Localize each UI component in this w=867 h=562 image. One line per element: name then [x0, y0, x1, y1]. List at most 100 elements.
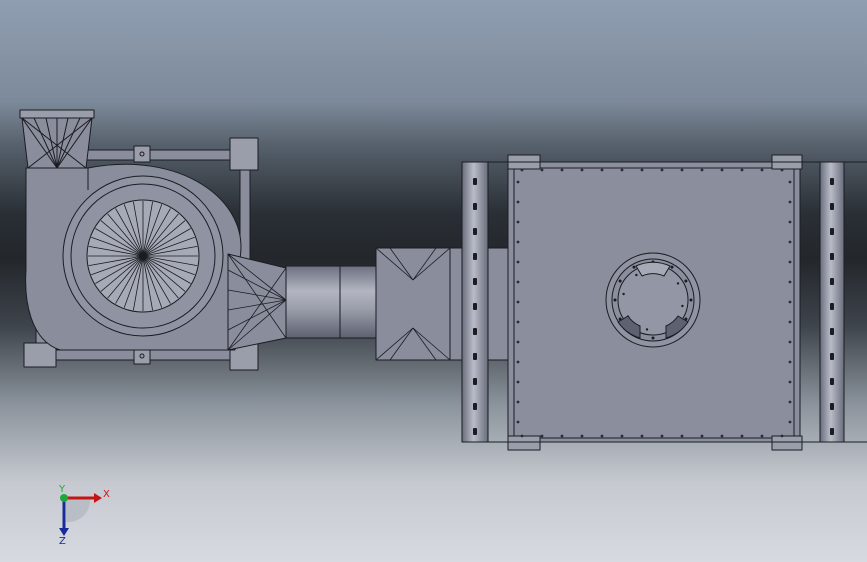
flange-hole	[622, 292, 625, 296]
rail-hole	[473, 353, 477, 360]
rail-hole	[830, 428, 834, 435]
bolt	[720, 434, 724, 438]
bolt	[788, 280, 792, 284]
rail-hole	[473, 178, 477, 185]
bolt	[788, 420, 792, 424]
fan-outlet	[19, 109, 95, 169]
flange-hole	[689, 298, 693, 302]
bolt	[600, 168, 604, 172]
bolt	[788, 180, 792, 184]
flange-hole	[635, 273, 638, 277]
bolt	[620, 168, 624, 172]
bolt	[680, 434, 684, 438]
flange-hole	[684, 279, 688, 283]
bolt	[516, 340, 520, 344]
circular-flange	[605, 252, 701, 348]
rail-hole	[830, 253, 834, 260]
bolt	[788, 240, 792, 244]
bolt	[580, 168, 584, 172]
fan-housing	[25, 163, 242, 351]
bolt	[516, 420, 520, 424]
triad-plane	[66, 498, 91, 523]
bolt	[516, 320, 520, 324]
bolt	[788, 220, 792, 224]
flange-hole	[670, 265, 674, 269]
support-rail-left	[461, 161, 489, 443]
bolt	[660, 434, 664, 438]
bolt	[788, 260, 792, 264]
bolt	[516, 400, 520, 404]
bolt	[788, 380, 792, 384]
model-view[interactable]	[0, 0, 867, 562]
bolt	[516, 300, 520, 304]
bolt	[740, 168, 744, 172]
bolt	[540, 168, 544, 172]
flange-hole	[618, 279, 622, 283]
bolt	[520, 168, 524, 172]
bolt	[760, 168, 764, 172]
bolt	[516, 200, 520, 204]
flange-hole	[676, 282, 680, 285]
bolt	[640, 434, 644, 438]
rail-hole	[830, 228, 834, 235]
rail-hole	[830, 353, 834, 360]
bolt	[560, 168, 564, 172]
rail-hole	[473, 328, 477, 335]
rail-hole	[830, 178, 834, 185]
orientation-triad[interactable]: X Y Z	[44, 478, 116, 548]
flange-hole	[651, 336, 655, 340]
rail-hole	[473, 203, 477, 210]
bolt	[516, 280, 520, 284]
bolt	[788, 200, 792, 204]
y-axis-label: Y	[58, 484, 66, 495]
bolt	[516, 220, 520, 224]
bolt	[640, 168, 644, 172]
bolt	[560, 434, 564, 438]
rail-hole	[473, 278, 477, 285]
rail-hole	[473, 428, 477, 435]
graphics-viewport[interactable]: X Y Z	[0, 0, 867, 562]
bolt	[516, 180, 520, 184]
y-axis-dot	[60, 494, 68, 502]
rail-hole	[830, 278, 834, 285]
bolt	[700, 434, 704, 438]
rail-hole	[830, 378, 834, 385]
rail-hole	[830, 328, 834, 335]
flange-hole	[613, 298, 617, 302]
bolt	[780, 168, 784, 172]
bolt	[516, 380, 520, 384]
rail-hole	[473, 253, 477, 260]
rail-hole	[830, 403, 834, 410]
bolt	[720, 168, 724, 172]
bolt	[516, 240, 520, 244]
transition-flange	[375, 247, 517, 361]
bolt	[580, 434, 584, 438]
z-axis-label: Z	[59, 536, 66, 547]
bolt	[516, 260, 520, 264]
bolt	[760, 434, 764, 438]
fan-inlet-transition	[227, 253, 287, 351]
rail-hole	[830, 303, 834, 310]
bolt	[700, 168, 704, 172]
rail-hole	[473, 378, 477, 385]
bolt	[788, 340, 792, 344]
bolt	[788, 320, 792, 324]
bolt	[540, 434, 544, 438]
rail-hole	[473, 303, 477, 310]
x-axis-arrow	[94, 493, 102, 503]
bolt	[680, 168, 684, 172]
flange-hole	[645, 328, 649, 331]
rail-hole	[473, 403, 477, 410]
x-axis-label: X	[103, 489, 110, 500]
flange-hole	[632, 265, 636, 269]
bolt	[740, 434, 744, 438]
flange-hole	[681, 304, 684, 308]
bolt	[520, 434, 524, 438]
bolt	[788, 400, 792, 404]
bolt	[780, 434, 784, 438]
bolt	[516, 360, 520, 364]
bolt	[620, 434, 624, 438]
support-rail-right	[819, 161, 845, 443]
rail-hole	[473, 228, 477, 235]
rail-hole	[830, 203, 834, 210]
